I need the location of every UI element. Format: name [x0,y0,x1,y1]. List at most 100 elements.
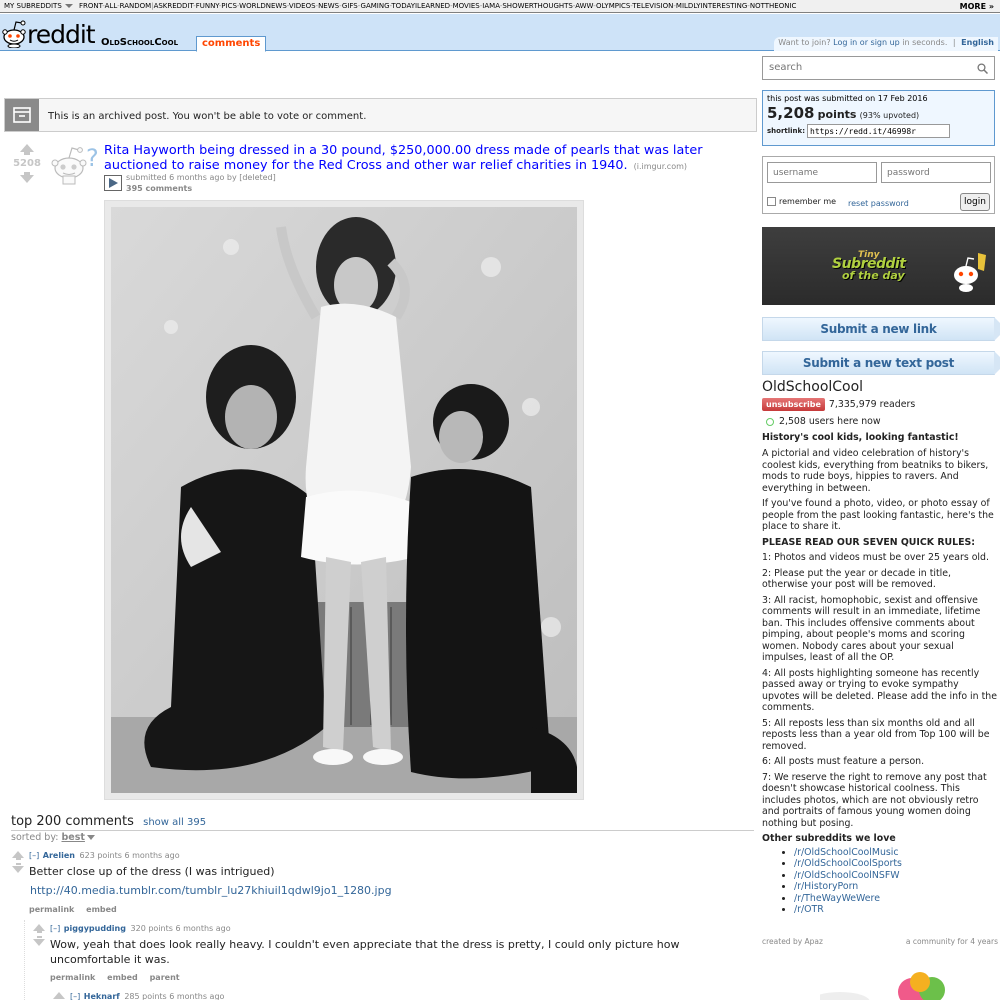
upvote-arrow-icon[interactable] [11,851,25,860]
comment-link[interactable]: http://40.media.tumblr.com/tumblr_lu27kh… [30,884,392,897]
subreddit-link[interactable]: /r/TheWayWeWere [794,893,880,904]
header: reddit OldSchoolCool comments Want to jo… [0,14,1000,52]
list-item: /r/OldSchoolCoolNSFW [794,870,998,882]
permalink-link[interactable]: permalink [50,973,95,982]
subreddit-link[interactable]: /r/HistoryPorn [794,881,858,892]
downvote-arrow-icon[interactable] [32,936,46,946]
snoo-icon [2,20,26,48]
promo-line-3: of the day [842,269,905,282]
subreddit-link[interactable]: /r/OldSchoolCoolMusic [794,847,899,858]
strip-link[interactable]: PICS [221,2,237,10]
post-title-link[interactable]: Rita Hayworth being dressed in a 30 poun… [104,143,744,174]
comment-meta: 285 points 6 months ago [124,992,225,1000]
upvote-arrow-icon[interactable] [11,144,43,155]
rule-4: 4: All posts highlighting someone has re… [762,667,997,714]
strip-link[interactable]: WORLDNEWS [239,2,287,10]
reddit-logo[interactable]: reddit [2,16,96,50]
description-2: If you've found a photo, video, or photo… [762,498,994,532]
comment: [–] Heknarf 285 points 6 months ago [52,992,752,1000]
downvote-arrow-icon[interactable] [11,172,43,183]
strip-link[interactable]: TELEVISION [632,2,673,10]
strip-link[interactable]: RANDOM [120,2,152,10]
shortlink-field[interactable] [807,124,950,138]
strip-link[interactable]: NEWS [318,2,339,10]
strip-link[interactable]: IAMA [482,2,500,10]
unsubscribe-button[interactable]: unsubscribe [762,397,825,411]
reddit-wordmark: reddit [27,20,96,49]
show-all-comments-link[interactable]: show all 395 [143,817,206,828]
password-field[interactable] [881,162,991,183]
subreddit-link[interactable]: /r/OldSchoolCoolNSFW [794,870,899,881]
subreddit-name[interactable]: OldSchoolCool [101,37,178,48]
comment-actions: permalink embed [29,905,126,914]
upvote-arrow-icon[interactable] [52,992,66,999]
upvote-arrow-icon[interactable] [32,924,46,933]
comment-author[interactable]: piggypudding [64,924,126,933]
strip-link[interactable]: MILDLYINTERESTING [676,2,747,10]
post-comments-link[interactable]: 395 comments [126,184,192,193]
username-field[interactable] [767,162,877,183]
strip-link[interactable]: GAMING [361,2,390,10]
my-subreddits-dropdown[interactable]: MY SUBREDDITS [0,0,77,12]
language-link[interactable]: English [961,38,994,47]
strip-link[interactable]: SHOWERTHOUGHTS [502,2,573,10]
comment-tagline: [–] Heknarf 285 points 6 months ago [70,992,224,1000]
comment-actions: permalink embed parent [50,973,189,982]
submit-text-post-button[interactable]: Submit a new text post [762,351,1000,375]
strip-link[interactable]: NOTTHEONIC [750,2,797,10]
comment-author[interactable]: Heknarf [84,992,120,1000]
more-subreddits-link[interactable]: MORE » [953,0,1000,12]
login-signup-link[interactable]: Log in or sign up [833,38,900,47]
online-indicator-icon [766,417,774,426]
strip-link[interactable]: VIDEOS [289,2,316,10]
strip-link[interactable]: GIFS [342,2,358,10]
strip-link[interactable]: ASKREDDIT [154,2,194,10]
search-icon[interactable] [977,63,988,74]
post-image[interactable] [111,207,577,793]
snoo-mascot-icon [954,253,986,292]
submit-link-button[interactable]: Submit a new link [762,317,1000,341]
remember-me[interactable]: remember me [767,197,836,206]
collapse-toggle[interactable]: [–] [70,992,80,1000]
search-box [762,56,995,80]
downvote-arrow-icon[interactable] [11,863,25,873]
parent-link[interactable]: parent [150,973,180,982]
permalink-link[interactable]: permalink [29,905,74,914]
shortlink-label: shortlink: [767,127,805,135]
strip-link[interactable]: OLYMPICS [596,2,630,10]
svg-text:?: ? [86,144,99,172]
login-button[interactable]: login [960,193,990,211]
comment-meta: 623 points 6 months ago [79,851,180,860]
archive-icon [5,99,39,131]
comment-author[interactable]: Arelien [43,851,75,860]
default-thumbnail-icon[interactable]: ? [49,142,101,186]
collapse-toggle[interactable]: [–] [29,851,39,860]
balloons-icon [820,972,945,1000]
readers-count: 7,335,979 readers [828,398,916,410]
strip-link[interactable]: ALL [105,2,117,10]
post-domain[interactable]: (i.imgur.com) [634,162,687,171]
search-input[interactable] [769,62,969,73]
chevron-down-icon[interactable] [86,835,95,840]
strip-link[interactable]: TODAYILEARNED [391,2,450,10]
sort-dropdown[interactable]: best [61,832,84,843]
strip-link[interactable]: AWW [575,2,593,10]
sidebar-subreddit-title[interactable]: OldSchoolCool [762,380,998,393]
strip-link[interactable]: FUNNY [196,2,219,10]
strip-link[interactable]: FRONT [79,2,102,10]
expanded-image-frame [104,200,584,800]
comment-body: Better close up of the dress (I was intr… [29,864,392,898]
subreddit-link[interactable]: /r/OTR [794,904,824,915]
subreddit-link[interactable]: /r/OldSchoolCoolSports [794,858,902,869]
collapse-toggle[interactable]: [–] [50,924,60,933]
reset-password-link[interactable]: reset password [848,199,909,208]
post-vote-controls: 5208 [11,144,43,183]
expand-image-button[interactable] [104,175,122,191]
tab-comments[interactable]: comments [196,36,267,52]
promo-banner[interactable]: Tiny Subreddit of the day [762,227,995,305]
embed-link[interactable]: embed [107,973,138,982]
comment-vote-controls [52,992,66,999]
embed-link[interactable]: embed [86,905,117,914]
remember-me-checkbox[interactable] [767,197,776,206]
strip-link[interactable]: MOVIES [453,2,480,10]
